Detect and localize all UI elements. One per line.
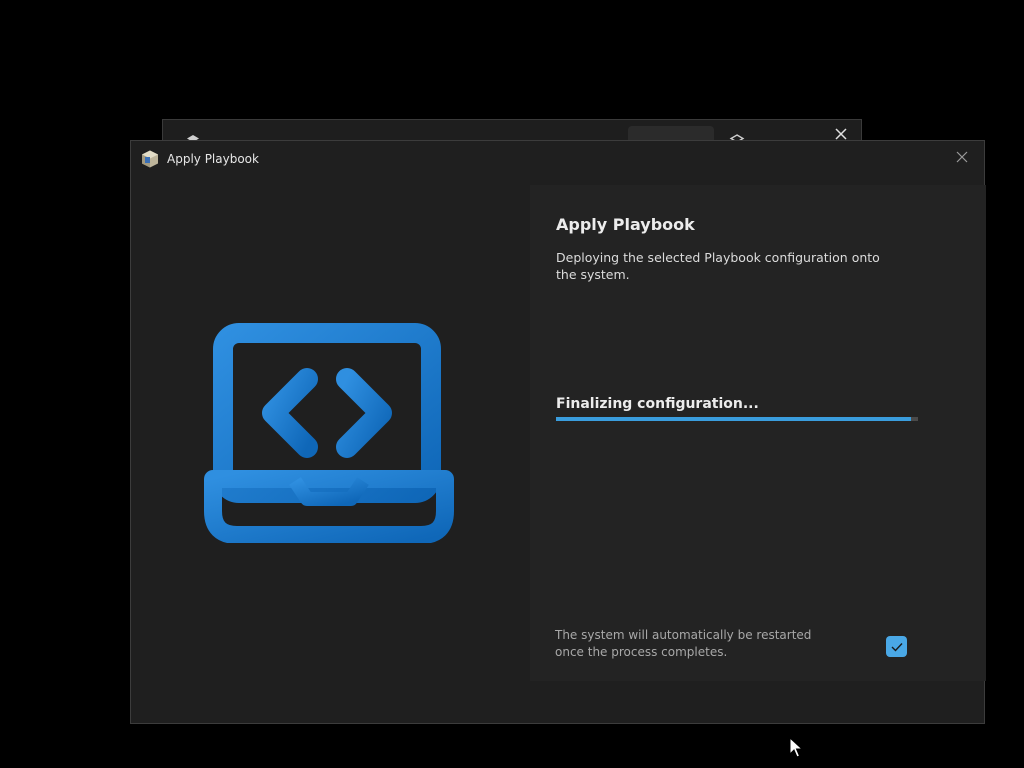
- restart-note: The system will automatically be restart…: [555, 628, 812, 659]
- laptop-code-icon: [204, 323, 454, 543]
- content-panel: Apply Playbook Deploying the selected Pl…: [530, 185, 986, 681]
- progress-status: Finalizing configuration...: [556, 396, 759, 412]
- auto-restart-checkbox[interactable]: [886, 636, 907, 657]
- checkmark-icon: [891, 642, 903, 652]
- apply-playbook-dialog: Apply Playbook Apply Playbook Deploying …: [130, 140, 986, 724]
- page-title: Apply Playbook: [556, 215, 695, 234]
- window-title: Apply Playbook: [167, 152, 259, 166]
- playbook-app-icon: [142, 150, 158, 168]
- title-bar: Apply Playbook: [131, 141, 984, 177]
- page-description: Deploying the selected Playbook configur…: [556, 250, 880, 282]
- close-icon: [956, 151, 968, 163]
- progress-bar: [556, 417, 918, 421]
- close-button[interactable]: [948, 145, 976, 169]
- progress-bar-fill: [556, 417, 911, 421]
- mouse-cursor-icon: [789, 737, 803, 758]
